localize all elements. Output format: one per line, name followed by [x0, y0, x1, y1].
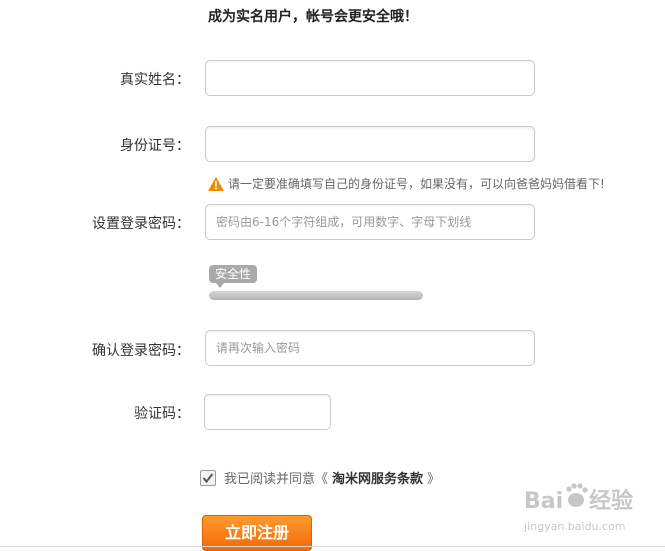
password-label: 设置登录密码：: [92, 216, 190, 232]
warning-icon: [208, 176, 224, 191]
agreement-row: 我已阅读并同意《 淘米网服务条款 》: [200, 468, 440, 487]
svg-text:jingyan.baidu.com: jingyan.baidu.com: [523, 520, 626, 533]
real-name-input[interactable]: [205, 60, 535, 96]
password-input[interactable]: [205, 204, 535, 240]
captcha-input[interactable]: [204, 394, 331, 430]
svg-text:经验: 经验: [589, 488, 633, 514]
id-number-label: 身份证号：: [120, 138, 190, 154]
page-heading: 成为实名用户，帐号会更安全哦！: [208, 9, 418, 25]
baidu-jingyan-watermark: Bai 经验 jingyan.baidu.com: [523, 483, 633, 533]
agreement-prefix: 我已阅读并同意《: [224, 472, 329, 487]
password-strength-bar: [209, 291, 423, 300]
checkmark-icon: [202, 472, 214, 483]
password-strength-tag: 安全性: [209, 265, 258, 288]
agreement-suffix: 》: [427, 472, 441, 487]
captcha-label: 验证码：: [134, 406, 190, 422]
terms-link[interactable]: 淘米网服务条款: [332, 468, 423, 487]
confirm-password-input[interactable]: [205, 330, 535, 366]
id-number-input[interactable]: [205, 126, 535, 162]
agreement-checkbox[interactable]: [200, 469, 216, 486]
svg-text:Bai: Bai: [524, 489, 563, 514]
confirm-password-label: 确认登录密码：: [92, 343, 190, 359]
bottom-divider: [0, 546, 665, 547]
real-name-label: 真实姓名：: [120, 72, 190, 88]
id-number-hint: 请一定要准确填写自己的身份证号，如果没有，可以向爸爸妈妈借看下!: [208, 175, 605, 192]
id-number-hint-text: 请一定要准确填写自己的身份证号，如果没有，可以向爸爸妈妈借看下!: [228, 177, 605, 191]
